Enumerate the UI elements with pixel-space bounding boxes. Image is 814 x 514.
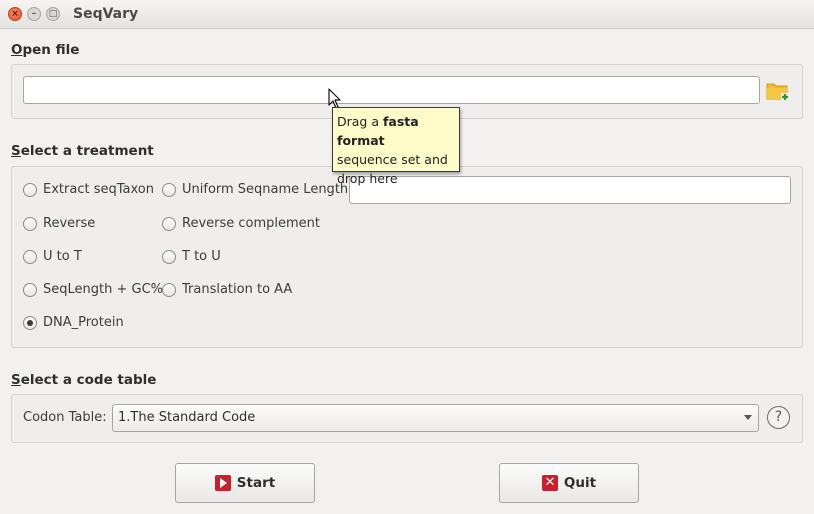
start-button-label: Start: [236, 475, 276, 491]
radio-dna-protein[interactable]: DNA_Protein: [23, 315, 124, 330]
quit-button-label: Quit: [563, 475, 597, 491]
radio-label: SeqLength + GC%: [43, 282, 164, 297]
radio-u-to-t[interactable]: U to T: [23, 249, 82, 264]
radio-button[interactable]: [23, 249, 37, 264]
radio-label: DNA_Protein: [43, 315, 124, 330]
treatment-mnemonic: S: [11, 143, 21, 159]
title-bar: × – □ SeqVary: [0, 0, 814, 29]
radio-label: Extract seqTaxon: [43, 182, 154, 197]
radio-button[interactable]: [162, 182, 176, 197]
chevron-down-icon: [744, 415, 752, 420]
treatment-heading-rest: elect a treatment: [20, 143, 154, 159]
quit-button[interactable]: ✕ Quit: [499, 463, 639, 503]
codon-table-value: 1.The Standard Code: [118, 410, 256, 425]
code-table-mnemonic: S: [11, 372, 21, 388]
radio-label: Translation to AA: [182, 282, 293, 297]
tooltip-line-2: sequence set and: [337, 152, 448, 167]
codon-table-label: Codon Table:: [23, 410, 107, 425]
radio-uniform-seqname-length[interactable]: Uniform Seqname Length: [162, 182, 348, 197]
radio-button[interactable]: [23, 182, 37, 197]
tooltip-line-3: drop here: [337, 171, 398, 186]
code-table-heading-rest: elect a code table: [20, 372, 157, 388]
tooltip-line-1-prefix: Drag a: [337, 114, 383, 129]
radio-seqlength-gc[interactable]: SeqLength + GC%: [23, 282, 163, 297]
codon-table-select[interactable]: 1.The Standard Code: [112, 404, 759, 432]
radio-extract-seqtaxon[interactable]: Extract seqTaxon: [23, 182, 154, 197]
maximize-window-button[interactable]: □: [46, 7, 60, 21]
play-icon: [214, 475, 231, 491]
radio-button[interactable]: [23, 282, 37, 297]
close-icon: ✕: [541, 475, 558, 491]
drop-hint-tooltip: Drag a fasta format sequence set and dro…: [332, 107, 460, 186]
file-path-input[interactable]: [23, 76, 760, 104]
help-icon[interactable]: ?: [767, 406, 790, 429]
open-file-heading: Open file: [11, 42, 79, 58]
radio-label: Reverse: [43, 216, 96, 231]
radio-button-checked[interactable]: [23, 315, 37, 330]
radio-label: Uniform Seqname Length: [182, 182, 349, 197]
radio-button[interactable]: [162, 249, 176, 264]
treatment-heading: Select a treatment: [11, 143, 154, 159]
radio-button[interactable]: [23, 216, 37, 231]
open-file-mnemonic: O: [11, 42, 23, 58]
radio-reverse[interactable]: Reverse: [23, 216, 95, 231]
open-file-heading-rest: pen file: [22, 42, 80, 58]
radio-t-to-u[interactable]: T to U: [162, 249, 221, 264]
radio-translation-to-aa[interactable]: Translation to AA: [162, 282, 292, 297]
minimize-window-button[interactable]: –: [27, 7, 41, 21]
start-button[interactable]: Start: [175, 463, 315, 503]
close-window-button[interactable]: ×: [8, 7, 22, 21]
folder-add-icon[interactable]: [766, 80, 790, 102]
radio-reverse-complement[interactable]: Reverse complement: [162, 216, 320, 231]
radio-button[interactable]: [162, 216, 176, 231]
tooltip-line-1: Drag a fasta format: [337, 112, 455, 150]
radio-label: Reverse complement: [182, 216, 321, 231]
radio-button[interactable]: [162, 282, 176, 297]
radio-label: U to T: [43, 249, 82, 264]
code-table-heading: Select a code table: [11, 372, 156, 388]
window-title: SeqVary: [73, 6, 139, 22]
radio-label: T to U: [182, 249, 221, 264]
